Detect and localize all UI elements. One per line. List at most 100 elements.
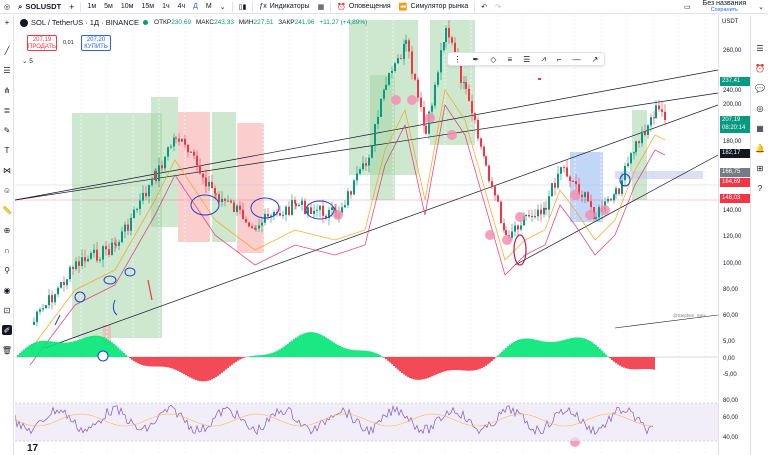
candle-body [423, 107, 425, 126]
buy-button[interactable]: 207,20 КУПИТЬ [81, 35, 111, 51]
trash-icon[interactable]: 🗑 [2, 345, 12, 355]
fib-icon[interactable]: ≣ [2, 105, 12, 115]
brush-icon[interactable]: ✎ [2, 125, 12, 135]
segment-icon[interactable]: — [573, 55, 581, 64]
price-chart[interactable] [15, 15, 718, 455]
indicators-button[interactable]: ƒx Индикаторы [255, 0, 313, 14]
low-value: 227,51 [253, 19, 274, 26]
candles-icon[interactable]: ▯▮ [235, 0, 251, 14]
sell-button[interactable]: 207,19 ПРОДАТЬ [27, 35, 57, 51]
interval-1m[interactable]: 1м [83, 0, 100, 14]
interval-day[interactable]: Д [189, 0, 202, 14]
lock-icon[interactable]: ⚲ [2, 265, 12, 275]
calendar-icon[interactable]: ▦ [755, 123, 765, 133]
candle-body [158, 165, 160, 181]
histogram-bar [459, 357, 461, 371]
ray-icon[interactable]: ⌐ [557, 55, 562, 64]
pitchfork-icon[interactable]: ⋔ [2, 85, 12, 95]
replay-button[interactable]: ⏪ Симулятор рынка [395, 0, 473, 14]
alarm-icon[interactable]: ⏰ [755, 63, 765, 73]
pattern-icon[interactable]: ⋈ [2, 165, 12, 175]
path-icon[interactable]: ⩘ [541, 54, 546, 64]
histogram-bar [589, 340, 591, 357]
eye-icon[interactable]: ◉ [2, 285, 12, 295]
histogram-bar [169, 357, 171, 368]
histogram-bar [627, 357, 629, 369]
marker-dot [333, 210, 343, 220]
interval-4h[interactable]: 4ч [174, 0, 190, 14]
interval-15m[interactable]: 15м [137, 0, 158, 14]
bezier-icon[interactable]: ◇ [490, 55, 496, 64]
pencil-icon[interactable]: ✐ [2, 325, 12, 335]
histogram-bar [47, 340, 49, 357]
undo-icon[interactable]: ↶ [477, 0, 491, 14]
histogram-bar [93, 335, 95, 357]
interval-month[interactable]: М [202, 0, 216, 14]
drag-handle-icon[interactable]: ⋮ [454, 55, 462, 64]
histogram-bar [221, 357, 223, 373]
text-icon[interactable]: T [2, 145, 12, 155]
histogram-bar [165, 357, 167, 368]
candle-body [205, 177, 207, 187]
axis-tick-label: 180,00 [723, 139, 742, 145]
arrow-icon[interactable]: ↗ [592, 55, 599, 64]
candle-body [575, 181, 577, 185]
watchlist-icon[interactable]: ☰ [755, 43, 765, 53]
brush-icon[interactable]: ☰ [523, 55, 530, 64]
buy-price: 207,20 [86, 37, 106, 43]
histogram-bar [267, 354, 269, 357]
histogram-bar [571, 338, 573, 357]
save-layout-button[interactable]: Без названия Сохранить [695, 0, 754, 14]
lines-icon[interactable]: ≡ [507, 55, 512, 64]
magnet-icon[interactable]: ∩ [2, 245, 12, 255]
histogram-bar [643, 357, 645, 370]
histogram-bar [609, 357, 611, 359]
indicators-toggle[interactable]: ⌄ 5 [22, 57, 33, 65]
currency-label[interactable]: USDT [722, 19, 738, 25]
histogram-bar [193, 357, 195, 380]
menu-icon[interactable]: ◎ [0, 0, 14, 14]
crosshair-icon[interactable]: + [2, 17, 12, 27]
interval-dropdown-icon[interactable]: ⌄ [216, 0, 230, 14]
emoji-icon[interactable]: ☺ [2, 185, 12, 195]
price-axis[interactable]: USDT 260,00 240,00 200,00 180,00 140,00 120,0… [718, 15, 750, 455]
interval-5m[interactable]: 5м [100, 0, 117, 14]
lock-drawings-icon[interactable]: ⊡ [2, 305, 12, 315]
candle-body [664, 111, 666, 121]
zoom-icon[interactable]: ⊕ [2, 225, 12, 235]
bell-icon[interactable]: 🔔 [755, 143, 765, 153]
highlight-zone [237, 123, 264, 253]
histogram-bar [31, 343, 33, 357]
pen-icon[interactable]: ✒ [473, 55, 480, 64]
candle-body [525, 214, 527, 216]
alerts-button[interactable]: ⏰ Оповещения [333, 0, 395, 14]
pair-title[interactable]: SOL / TetherUS · 1Д · BINANCE [31, 18, 139, 27]
histogram-bar [487, 357, 489, 365]
chevron-down-icon[interactable]: ⌄ [754, 0, 768, 14]
trendline-icon[interactable]: ╱ [2, 45, 12, 55]
right-sidebar: ☰ ⏰ 💬 ◎ ▦ 🔔 ⊞ ? [750, 15, 768, 455]
layout-icon[interactable]: ▭ [680, 0, 695, 14]
interval-1h[interactable]: 1ч [158, 0, 174, 14]
add-symbol-button[interactable]: + [65, 0, 78, 14]
histogram-bar [379, 355, 381, 357]
symbol-search-button[interactable]: ⌕ SOLUSDT [14, 0, 65, 14]
marker-dot [570, 190, 580, 200]
chat-icon[interactable]: 💬 [755, 83, 765, 93]
help-icon[interactable]: ? [755, 183, 765, 193]
grid-icon[interactable]: ⊞ [755, 163, 765, 173]
horizontal-lines-icon[interactable]: ☰ [2, 65, 12, 75]
candle-body [170, 146, 172, 148]
histogram-bar [639, 357, 641, 370]
interval-10m[interactable]: 10м [117, 0, 138, 14]
ideas-icon[interactable]: ◎ [755, 103, 765, 113]
histogram-bar [441, 357, 443, 373]
histogram-bar [175, 357, 177, 370]
histogram-bar [617, 357, 619, 365]
indicators-label: Индикаторы [269, 3, 310, 10]
redo-icon[interactable]: ↷ [491, 0, 505, 14]
templates-icon[interactable]: ▦ [314, 0, 329, 14]
ruler-icon[interactable]: 📏 [2, 205, 12, 215]
candle-body [148, 185, 150, 197]
histogram-bar [397, 357, 399, 370]
